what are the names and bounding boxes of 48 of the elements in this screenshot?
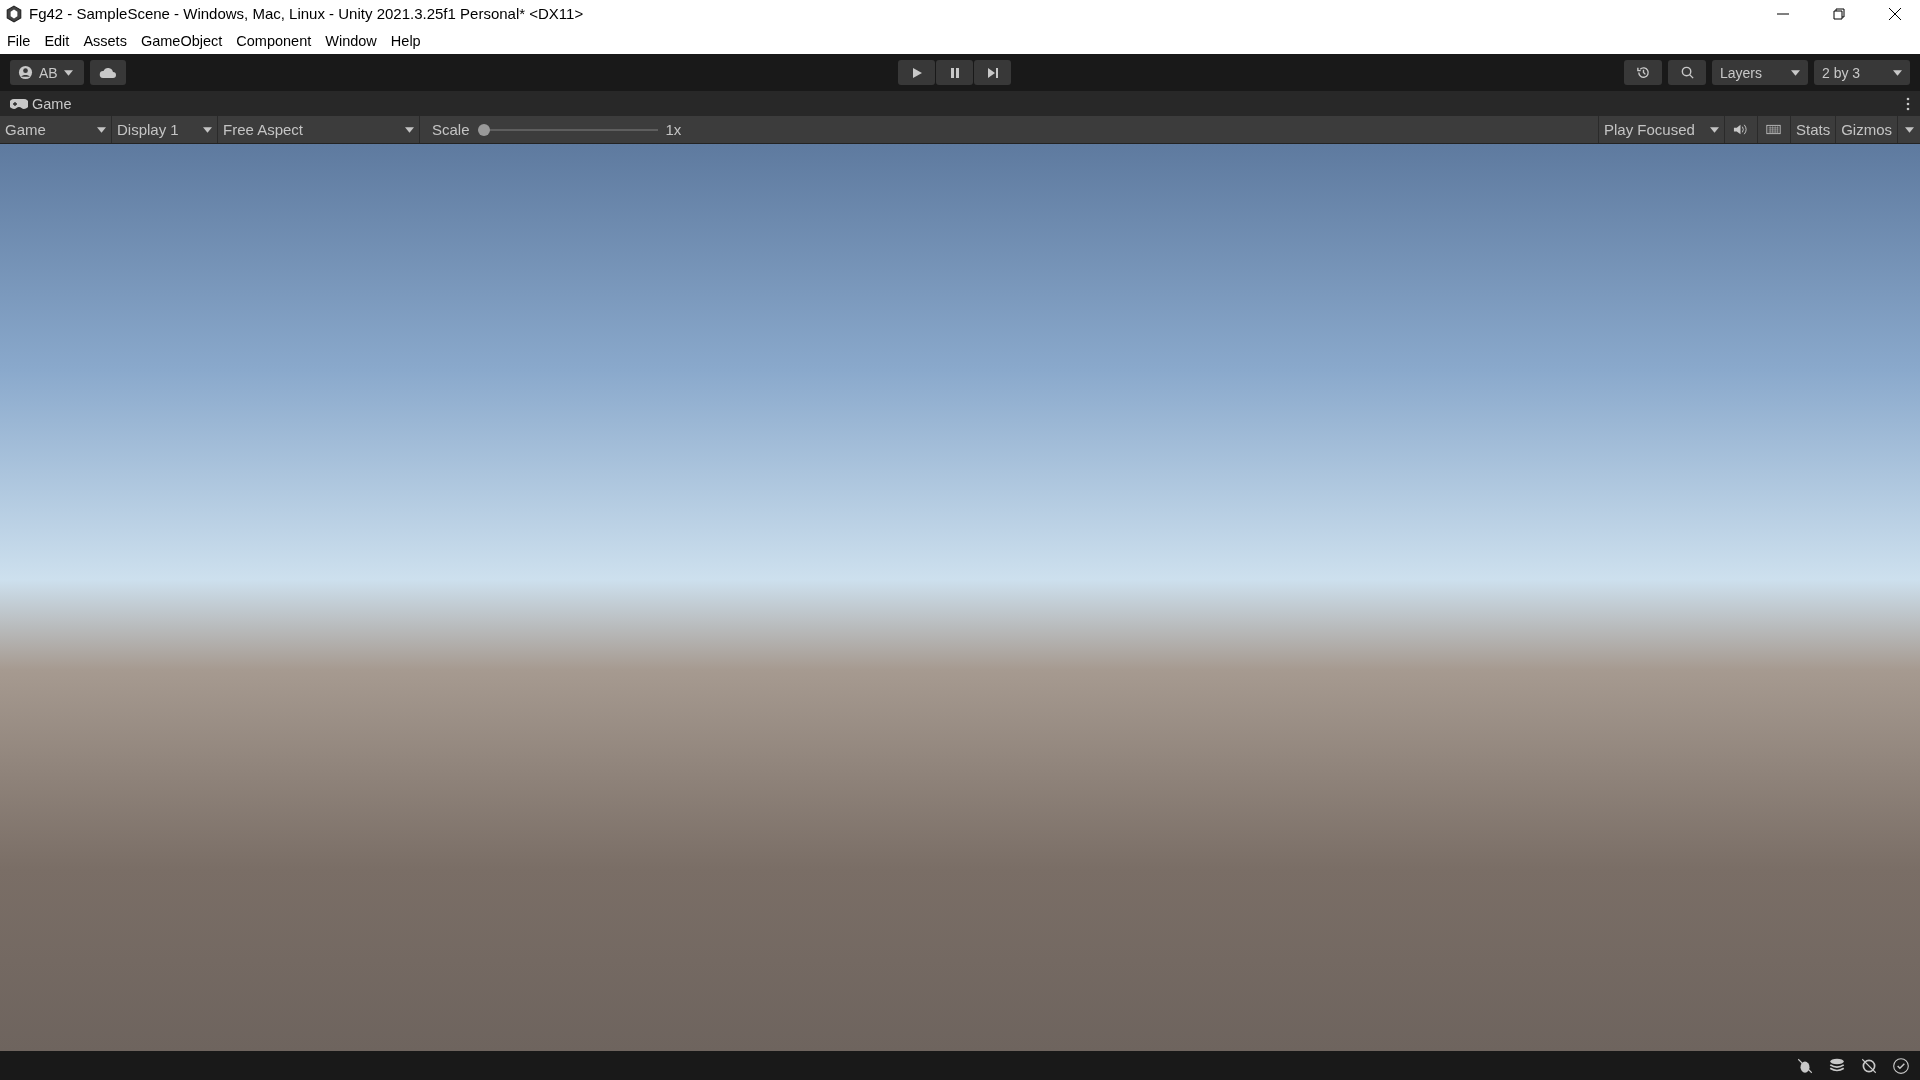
layout-dropdown[interactable]: 2 by 3 — [1814, 60, 1910, 85]
menu-item[interactable]: Assets — [83, 32, 127, 49]
history-icon — [1635, 65, 1651, 80]
caret-icon — [1893, 69, 1902, 76]
play-mode-dropdown[interactable]: Play Focused — [1597, 116, 1725, 143]
play-icon — [910, 66, 923, 79]
menu-item[interactable]: Window — [325, 32, 377, 49]
pause-icon — [948, 66, 961, 79]
more-options-icon[interactable] — [1906, 96, 1910, 111]
caret-icon — [1709, 126, 1719, 133]
caret-icon — [1791, 69, 1800, 76]
step-button[interactable] — [974, 60, 1011, 85]
search-icon — [1679, 65, 1695, 80]
crossed-circle-icon[interactable] — [1860, 1056, 1878, 1075]
menu-item[interactable]: Help — [390, 32, 421, 49]
speaker-icon — [1733, 122, 1749, 137]
bug-icon[interactable] — [1796, 1056, 1814, 1075]
cloud-button[interactable] — [90, 60, 126, 85]
scale-value: 1x — [665, 121, 682, 138]
user-icon — [18, 65, 33, 80]
caret-icon — [63, 69, 73, 76]
search-button[interactable] — [1668, 60, 1706, 85]
caret-icon — [1904, 126, 1914, 133]
history-button[interactable] — [1624, 60, 1662, 85]
menu-item[interactable]: Edit — [44, 32, 70, 49]
play-button[interactable] — [898, 60, 935, 85]
scale-slider[interactable] — [477, 122, 658, 137]
pause-button[interactable] — [936, 60, 973, 85]
caret-icon — [405, 126, 414, 133]
checkmark-circle-icon[interactable] — [1892, 1056, 1910, 1075]
menu-item[interactable]: File — [7, 32, 31, 49]
close-icon[interactable] — [1888, 6, 1902, 21]
restore-icon[interactable] — [1832, 6, 1846, 21]
menu-item[interactable]: Component — [236, 32, 312, 49]
menu-item[interactable]: GameObject — [140, 32, 223, 49]
cloud-icon — [98, 65, 118, 80]
step-icon — [986, 66, 999, 79]
slider-thumb[interactable] — [477, 123, 490, 136]
keyboard-icon — [1766, 122, 1782, 137]
game-tab[interactable]: Game — [10, 95, 72, 112]
scale-label: Scale — [432, 121, 470, 138]
unity-logo-icon — [5, 4, 23, 23]
account-dropdown[interactable]: AB — [10, 60, 84, 85]
caret-icon — [203, 126, 212, 133]
layers-dropdown[interactable]: Layers — [1712, 60, 1808, 85]
gamepad-icon — [10, 97, 28, 110]
window-title: Fg42 - SampleScene - Windows, Mac, Linux - Unity 2021.3.25f1 Personal* <DX11> — [29, 5, 585, 22]
caret-icon — [97, 126, 106, 133]
